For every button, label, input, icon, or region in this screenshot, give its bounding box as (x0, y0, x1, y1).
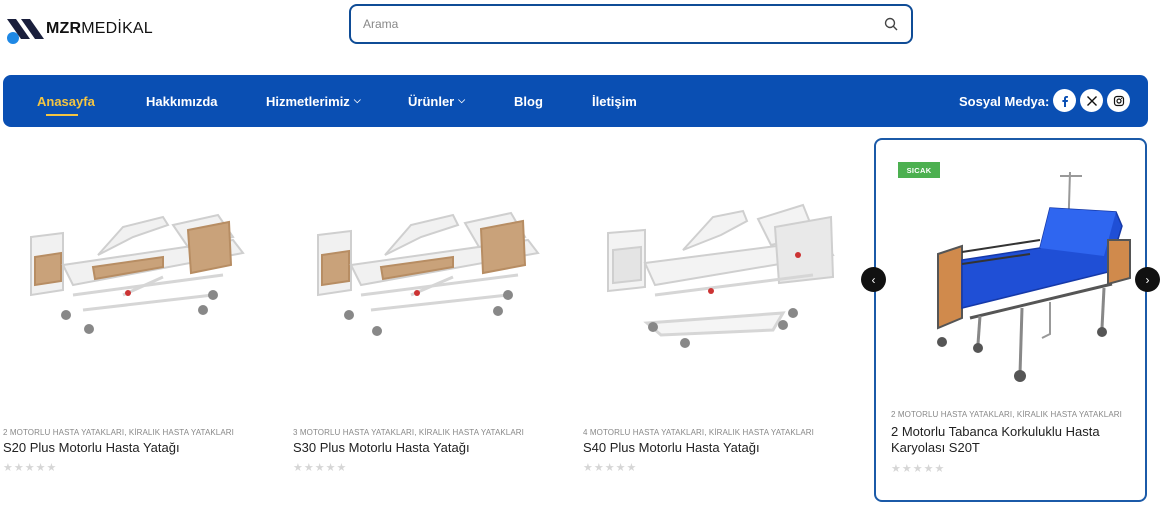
nav-item-blog[interactable]: Blog (514, 75, 543, 127)
social-media-label: Sosyal Medya: (959, 93, 1050, 109)
carousel-prev-button[interactable]: ‹ (861, 267, 886, 292)
main-navbar: Anasayfa Hakkımızda Hizmetlerimiz ⌵ Ürünl… (3, 75, 1148, 127)
rating-stars: ★★★★★ (293, 462, 348, 474)
rating-stars: ★★★★★ (583, 462, 638, 474)
site-logo[interactable]: MZRMEDİKAL (4, 12, 154, 46)
nav-item-hizmetlerimiz[interactable]: Hizmetlerimiz ⌵ (266, 75, 361, 127)
chevron-down-icon: ⌵ (353, 94, 361, 105)
search-bar (349, 4, 913, 44)
instagram-icon[interactable] (1107, 89, 1130, 112)
carousel-next-button[interactable]: › (1135, 267, 1160, 292)
product-category[interactable]: 2 MOTORLU HASTA YATAKLARI, KİRALIK HASTA… (3, 428, 234, 437)
facebook-icon[interactable] (1053, 89, 1076, 112)
product-title[interactable]: 2 Motorlu Tabanca Korkuluklu Hasta Karyo… (891, 424, 1131, 456)
nav-item-hakkimizda[interactable]: Hakkımızda (146, 75, 218, 127)
chevron-down-icon: ⌵ (458, 94, 466, 105)
active-nav-indicator (46, 114, 78, 116)
logo-text: MZRMEDİKAL (46, 20, 153, 37)
product-image-s30[interactable] (293, 195, 553, 345)
logo-mark-icon (7, 19, 44, 44)
product-category[interactable]: 2 MOTORLU HASTA YATAKLARI, KİRALIK HASTA… (891, 410, 1122, 419)
product-image-s20t[interactable] (890, 168, 1140, 390)
product-category[interactable]: 3 MOTORLU HASTA YATAKLARI, KİRALIK HASTA… (293, 428, 524, 437)
chevron-right-icon: › (1145, 272, 1150, 287)
product-image-s40[interactable] (583, 195, 843, 355)
nav-item-urunler[interactable]: Ürünler ⌵ (408, 75, 465, 127)
product-title[interactable]: S40 Plus Motorlu Hasta Yatağı (583, 440, 843, 456)
nav-item-anasayfa[interactable]: Anasayfa (37, 75, 95, 127)
search-icon[interactable] (871, 6, 911, 42)
search-input[interactable] (351, 17, 871, 31)
product-title[interactable]: S20 Plus Motorlu Hasta Yatağı (3, 440, 263, 456)
x-icon[interactable] (1080, 89, 1103, 112)
featured-product-card[interactable]: SICAK 2 MOTORLU HASTA YATAKLARI, KİRALIK… (874, 138, 1147, 502)
product-image-s20[interactable] (3, 195, 263, 345)
nav-item-iletisim[interactable]: İletişim (592, 75, 637, 127)
rating-stars: ★★★★★ (3, 462, 58, 474)
chevron-left-icon: ‹ (871, 272, 876, 287)
product-title[interactable]: S30 Plus Motorlu Hasta Yatağı (293, 440, 553, 456)
product-category[interactable]: 4 MOTORLU HASTA YATAKLARI, KİRALIK HASTA… (583, 428, 814, 437)
rating-stars: ★★★★★ (891, 463, 946, 475)
